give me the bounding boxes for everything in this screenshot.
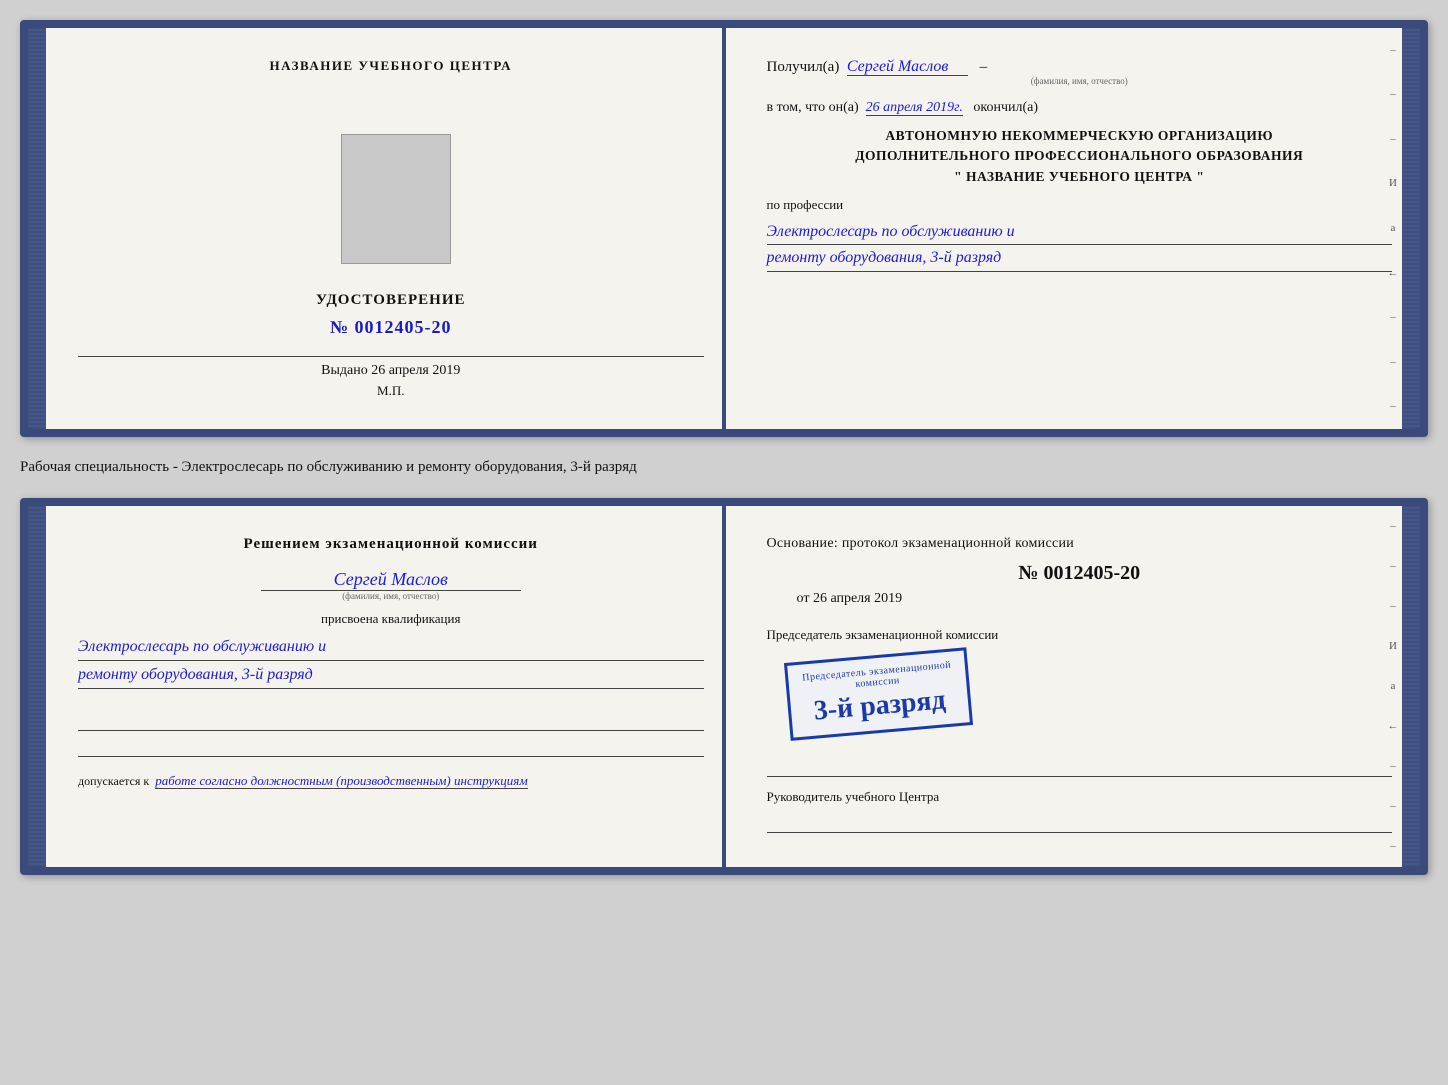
bottom-card-left: Решением экзаменационной комиссии Сергей…: [28, 506, 732, 867]
udostoverenie-label: УДОСТОВЕРЕНИЕ: [316, 292, 466, 309]
predsedatel-label: Председатель экзаменационной комиссии: [767, 627, 1393, 643]
osnovanje-label: Основание: протокол экзаменационной коми…: [767, 536, 1393, 552]
decision-title: Решением экзаменационной комиссии: [78, 536, 704, 553]
vydano-date: 26 апреля 2019: [371, 363, 460, 378]
profession-handwritten: Электрослесарь по обслуживанию и ремонту…: [767, 219, 1393, 272]
between-label: Рабочая специальность - Электрослесарь п…: [20, 455, 1428, 480]
bottom-certificate-card: Решением экзаменационной комиссии Сергей…: [20, 498, 1428, 875]
bottom-recipient-name: Сергей Маслов: [261, 569, 521, 591]
top-card-left: НАЗВАНИЕ УЧЕБНОГО ЦЕНТРА УДОСТОВЕРЕНИЕ №…: [28, 28, 732, 429]
bottom-sig-lines: [78, 709, 704, 757]
mp-label: М.П.: [377, 383, 404, 399]
org-name-block: АВТОНОМНУЮ НЕКОММЕРЧЕСКУЮ ОРГАНИЗАЦИЮ ДО…: [767, 126, 1393, 187]
top-card-right: Получил(а) Сергей Маслов – (фамилия, имя…: [732, 28, 1421, 429]
qualification-stamp: Председатель экзаменационнойкомиссии 3-й…: [783, 647, 972, 741]
top-certificate-card: НАЗВАНИЕ УЧЕБНОГО ЦЕНТРА УДОСТОВЕРЕНИЕ №…: [20, 20, 1428, 437]
dopuskaetsya-value: работе согласно должностным (производств…: [155, 773, 527, 789]
vydano-label: Выдано: [321, 363, 368, 378]
sig-line-2: [78, 735, 704, 757]
ot-date: от 26 апреля 2019: [767, 591, 1393, 607]
school-name-left: НАЗВАНИЕ УЧЕБНОГО ЦЕНТРА: [269, 58, 512, 74]
photo-placeholder: [341, 134, 451, 264]
poluchil-line: Получил(а) Сергей Маслов – (фамилия, имя…: [767, 58, 1393, 86]
fio-sublabel: (фамилия, имя, отчество): [767, 76, 1393, 86]
sig-line-1: [78, 709, 704, 731]
predsedatel-sig-line: [767, 753, 1393, 777]
rukovoditel-label: Руководитель учебного Центра: [767, 789, 1393, 805]
bottom-name-block: Сергей Маслов (фамилия, имя, отчество): [78, 569, 704, 601]
dopuskaetsya-line: допускается к работе согласно должностны…: [78, 773, 704, 789]
vtom-line: в том, что он(а) 26 апреля 2019г. окончи…: [767, 100, 1393, 116]
rukovoditel-sig-line: [767, 809, 1393, 833]
certificate-number: № 0012405-20: [316, 317, 466, 338]
bottom-card-right: Основание: протокол экзаменационной коми…: [732, 506, 1421, 867]
protocol-number: № 0012405-20: [767, 562, 1393, 585]
bottom-qualification: Электрослесарь по обслуживанию и ремонту…: [78, 633, 704, 689]
page-wrapper: НАЗВАНИЕ УЧЕБНОГО ЦЕНТРА УДОСТОВЕРЕНИЕ №…: [20, 20, 1428, 875]
prisvoena-label: присвоена квалификация: [78, 611, 704, 627]
vtom-date: 26 апреля 2019г.: [866, 100, 963, 116]
po-professii-label: по профессии: [767, 197, 1393, 213]
bottom-fio-sublabel: (фамилия, имя, отчество): [78, 591, 704, 601]
recipient-name: Сергей Маслов: [847, 58, 969, 76]
